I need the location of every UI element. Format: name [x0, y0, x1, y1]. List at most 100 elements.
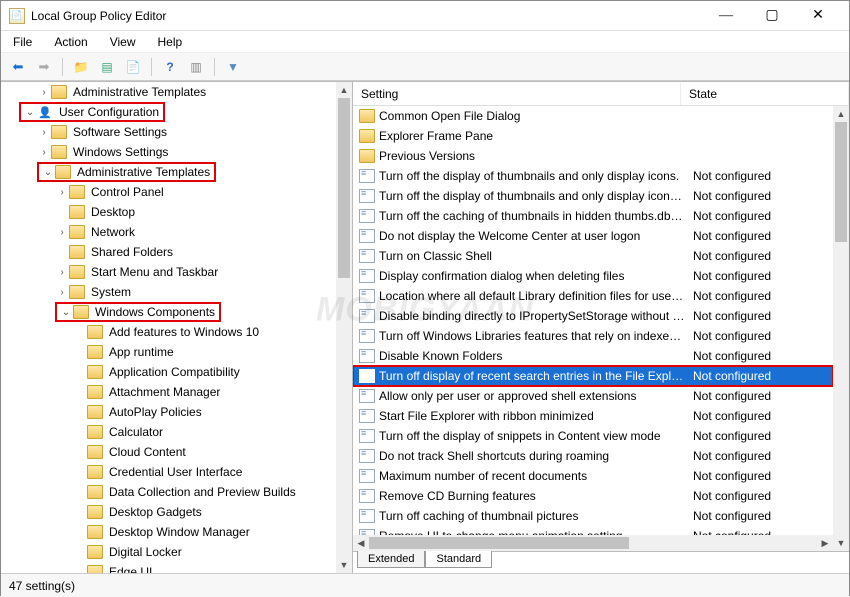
- list-item[interactable]: Location where all default Library defin…: [353, 286, 833, 306]
- tree-item[interactable]: ⌄Windows Components: [1, 302, 336, 322]
- list-item[interactable]: Turn off caching of thumbnail picturesNo…: [353, 506, 833, 526]
- list-item[interactable]: Turn off the display of thumbnails and o…: [353, 166, 833, 186]
- menu-action[interactable]: Action: [50, 33, 91, 51]
- tree-item[interactable]: ⌄Administrative Templates: [1, 162, 336, 182]
- tab-extended[interactable]: Extended: [357, 551, 425, 568]
- scroll-down-icon[interactable]: ▼: [833, 535, 849, 551]
- help-button[interactable]: ?: [159, 56, 181, 78]
- tree-item[interactable]: ›Start Menu and Taskbar: [1, 262, 336, 282]
- list-item[interactable]: Do not display the Welcome Center at use…: [353, 226, 833, 246]
- tree-item-label: Cloud Content: [107, 444, 188, 460]
- setting-state: Not configured: [685, 169, 771, 183]
- list-body: Common Open File DialogExplorer Frame Pa…: [353, 106, 849, 551]
- setting-state: Not configured: [685, 289, 771, 303]
- list-item[interactable]: Allow only per user or approved shell ex…: [353, 386, 833, 406]
- list-item[interactable]: Turn off display of recent search entrie…: [353, 366, 833, 386]
- setting-name: Remove CD Burning features: [379, 489, 685, 503]
- chevron-right-icon[interactable]: ›: [37, 87, 51, 98]
- scroll-thumb[interactable]: [338, 98, 350, 278]
- list-item[interactable]: Disable binding directly to IPropertySet…: [353, 306, 833, 326]
- minimize-button[interactable]: —: [703, 1, 749, 31]
- scroll-left-icon[interactable]: ◀: [353, 535, 369, 551]
- back-button[interactable]: ⬅: [7, 56, 29, 78]
- tree-item[interactable]: ›Software Settings: [1, 122, 336, 142]
- tree-item[interactable]: ›System: [1, 282, 336, 302]
- chevron-right-icon[interactable]: ›: [55, 227, 69, 238]
- tree-item[interactable]: ›Administrative Templates: [1, 82, 336, 102]
- list-item[interactable]: Start File Explorer with ribbon minimize…: [353, 406, 833, 426]
- tree-item-label: Credential User Interface: [107, 464, 244, 480]
- scroll-up-icon[interactable]: ▲: [833, 106, 849, 122]
- list-item[interactable]: Remove CD Burning featuresNot configured: [353, 486, 833, 506]
- filter-button[interactable]: ▼: [222, 56, 244, 78]
- tree-item[interactable]: Add features to Windows 10: [1, 322, 336, 342]
- setting-icon: [359, 449, 375, 463]
- folder-icon: [73, 305, 89, 319]
- options-button[interactable]: ▥: [185, 56, 207, 78]
- list-item[interactable]: Maximum number of recent documentsNot co…: [353, 466, 833, 486]
- maximize-button[interactable]: ▢: [749, 1, 795, 31]
- tree-item[interactable]: Desktop: [1, 202, 336, 222]
- tree-item[interactable]: Cloud Content: [1, 442, 336, 462]
- setting-state: Not configured: [685, 469, 771, 483]
- chevron-right-icon[interactable]: ›: [55, 267, 69, 278]
- show-hide-tree-button[interactable]: ▤: [96, 56, 118, 78]
- tree-item[interactable]: ›Control Panel: [1, 182, 336, 202]
- column-setting[interactable]: Setting: [353, 83, 681, 105]
- list-item[interactable]: Display confirmation dialog when deletin…: [353, 266, 833, 286]
- list-item[interactable]: Turn off the display of thumbnails and o…: [353, 186, 833, 206]
- tree-scrollbar-vertical[interactable]: ▲ ▼: [336, 82, 352, 573]
- list-item[interactable]: Common Open File Dialog: [353, 106, 833, 126]
- chevron-right-icon[interactable]: ›: [55, 187, 69, 198]
- chevron-down-icon[interactable]: ⌄: [59, 307, 73, 318]
- list-item[interactable]: Turn off the display of snippets in Cont…: [353, 426, 833, 446]
- tab-standard[interactable]: Standard: [425, 551, 492, 568]
- scroll-down-icon[interactable]: ▼: [336, 557, 352, 573]
- list-item[interactable]: Do not track Shell shortcuts during roam…: [353, 446, 833, 466]
- tree-item[interactable]: App runtime: [1, 342, 336, 362]
- list-pane: Setting State Common Open File DialogExp…: [353, 82, 849, 573]
- list-item[interactable]: Turn on Classic ShellNot configured: [353, 246, 833, 266]
- export-list-button[interactable]: 📄: [122, 56, 144, 78]
- list-item[interactable]: Disable Known FoldersNot configured: [353, 346, 833, 366]
- chevron-right-icon[interactable]: ›: [55, 287, 69, 298]
- tree-item[interactable]: Application Compatibility: [1, 362, 336, 382]
- chevron-down-icon[interactable]: ⌄: [23, 107, 37, 118]
- list-item[interactable]: Previous Versions: [353, 146, 833, 166]
- tree-item[interactable]: Desktop Gadgets: [1, 502, 336, 522]
- scroll-up-icon[interactable]: ▲: [336, 82, 352, 98]
- menu-help[interactable]: Help: [154, 33, 187, 51]
- chevron-right-icon[interactable]: ›: [37, 147, 51, 158]
- list-scrollbar-vertical[interactable]: ▲ ▼: [833, 106, 849, 551]
- list-item[interactable]: Remove UI to change menu animation setti…: [353, 526, 833, 535]
- tree-item[interactable]: Data Collection and Preview Builds: [1, 482, 336, 502]
- up-folder-button[interactable]: 📁: [70, 56, 92, 78]
- list-item[interactable]: Turn off Windows Libraries features that…: [353, 326, 833, 346]
- close-button[interactable]: ✕: [795, 1, 841, 31]
- tree-item[interactable]: Edge UI: [1, 562, 336, 573]
- setting-name: Disable Known Folders: [379, 349, 685, 363]
- scroll-thumb[interactable]: [835, 122, 847, 242]
- tree-item[interactable]: ›Windows Settings: [1, 142, 336, 162]
- chevron-right-icon[interactable]: ›: [37, 127, 51, 138]
- tree-item[interactable]: Calculator: [1, 422, 336, 442]
- tree-item[interactable]: Credential User Interface: [1, 462, 336, 482]
- column-state[interactable]: State: [681, 83, 849, 105]
- scroll-right-icon[interactable]: ▶: [817, 535, 833, 551]
- tree-item[interactable]: ›Network: [1, 222, 336, 242]
- tree-item[interactable]: Attachment Manager: [1, 382, 336, 402]
- list-item[interactable]: Explorer Frame Pane: [353, 126, 833, 146]
- menu-view[interactable]: View: [106, 33, 140, 51]
- forward-button[interactable]: ➡: [33, 56, 55, 78]
- folder-icon: [87, 405, 103, 419]
- tree-item[interactable]: ⌄👤User Configuration: [1, 102, 336, 122]
- scroll-thumb[interactable]: [369, 537, 629, 549]
- tree-item[interactable]: Desktop Window Manager: [1, 522, 336, 542]
- chevron-down-icon[interactable]: ⌄: [41, 167, 55, 178]
- list-item[interactable]: Turn off the caching of thumbnails in hi…: [353, 206, 833, 226]
- tree-item[interactable]: AutoPlay Policies: [1, 402, 336, 422]
- tree-item[interactable]: Shared Folders: [1, 242, 336, 262]
- list-scrollbar-horizontal[interactable]: ◀ ▶: [353, 535, 833, 551]
- menu-file[interactable]: File: [9, 33, 36, 51]
- tree-item[interactable]: Digital Locker: [1, 542, 336, 562]
